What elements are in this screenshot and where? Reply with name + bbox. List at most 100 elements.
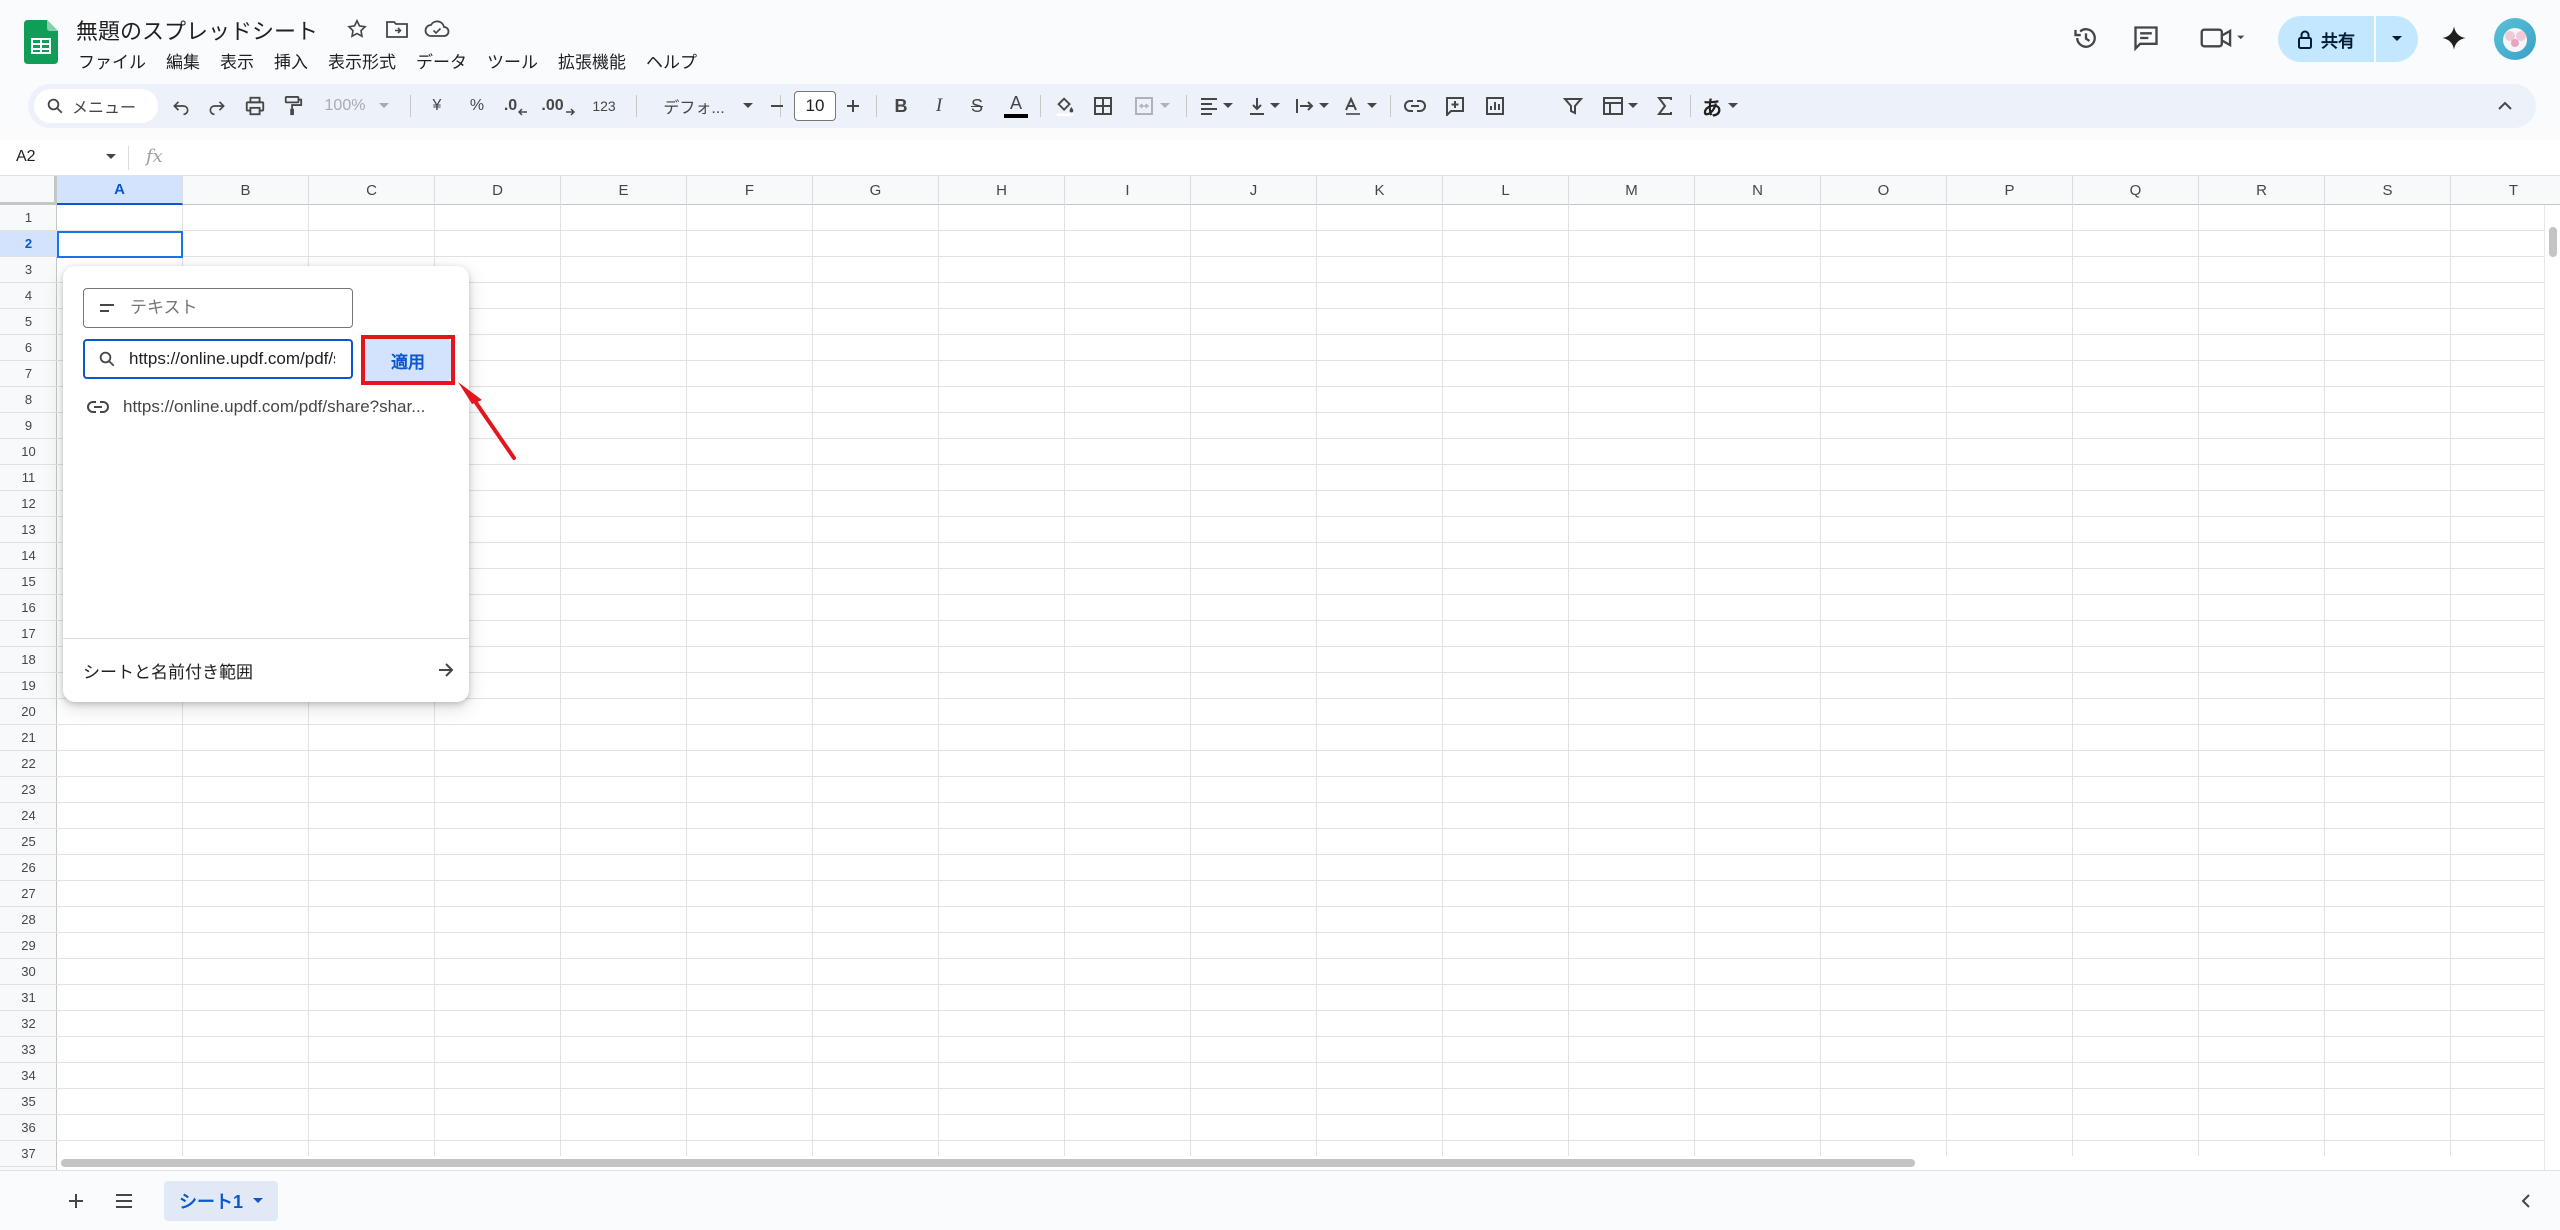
sheets-and-ranges-item[interactable]: シートと名前付き範囲 [83,650,455,690]
font-size-decrease-button[interactable] [762,84,792,128]
row-header-11[interactable]: 11 [0,465,57,491]
collapse-toolbar-button[interactable] [2488,84,2522,128]
vertical-scrollbar[interactable] [2544,205,2560,1170]
font-size-input[interactable]: 10 [794,91,836,121]
column-header-e[interactable]: E [561,176,687,205]
column-header-n[interactable]: N [1695,176,1821,205]
menu-tools[interactable]: ツール [477,46,548,72]
move-to-folder-icon[interactable] [384,16,410,42]
link-url-input[interactable] [129,349,335,369]
avatar[interactable] [2494,18,2536,60]
menu-edit[interactable]: 編集 [156,46,210,72]
doc-title[interactable]: 無題のスプレッドシート [76,14,318,46]
insert-chart-button[interactable] [1478,84,1512,128]
version-history-icon[interactable] [2068,20,2104,56]
bold-button[interactable]: B [884,84,918,128]
row-header-29[interactable]: 29 [0,933,57,959]
share-dropdown-button[interactable] [2376,16,2418,62]
column-header-h[interactable]: H [939,176,1065,205]
link-url-field[interactable] [83,339,353,379]
row-header-25[interactable]: 25 [0,829,57,855]
caret-down-icon[interactable] [253,1198,263,1204]
insert-comment-button[interactable] [1438,84,1472,128]
font-size-increase-button[interactable] [838,84,868,128]
row-header-16[interactable]: 16 [0,595,57,621]
row-header-1[interactable]: 1 [0,205,57,231]
column-header-q[interactable]: Q [2073,176,2199,205]
borders-button[interactable] [1086,84,1120,128]
menu-extensions[interactable]: 拡張機能 [548,46,636,72]
currency-format-button[interactable]: ¥ [420,84,454,128]
row-header-9[interactable]: 9 [0,413,57,439]
select-all-corner[interactable] [0,176,57,205]
row-header-5[interactable]: 5 [0,309,57,335]
column-header-k[interactable]: K [1317,176,1443,205]
decrease-decimal-button[interactable]: .0 [498,84,534,128]
search-menus-button[interactable]: メニュー [34,89,158,123]
row-header-23[interactable]: 23 [0,777,57,803]
sheet-tab[interactable]: シート1 [164,1181,278,1221]
vertical-scroll-thumb[interactable] [2549,227,2557,257]
redo-button[interactable] [200,84,234,128]
column-header-r[interactable]: R [2199,176,2325,205]
horizontal-scroll-thumb[interactable] [61,1159,1915,1167]
insert-link-button[interactable] [1398,84,1432,128]
column-header-j[interactable]: J [1191,176,1317,205]
column-header-a[interactable]: A [57,176,183,205]
fill-color-button[interactable] [1048,84,1082,128]
name-box[interactable]: A2 [16,148,116,166]
row-header-20[interactable]: 20 [0,699,57,725]
row-header-34[interactable]: 34 [0,1063,57,1089]
row-header-6[interactable]: 6 [0,335,57,361]
merge-cells-button[interactable] [1126,84,1178,128]
menu-format[interactable]: 表示形式 [318,46,406,72]
input-tools-button[interactable]: あ [1696,84,1744,128]
paint-format-button[interactable] [276,84,310,128]
sheets-logo-icon[interactable] [24,20,58,64]
row-header-35[interactable]: 35 [0,1089,57,1115]
column-header-g[interactable]: G [813,176,939,205]
more-formats-button[interactable]: 123 [582,84,626,128]
column-header-m[interactable]: M [1569,176,1695,205]
row-header-8[interactable]: 8 [0,387,57,413]
row-header-30[interactable]: 30 [0,959,57,985]
zoom-select[interactable]: 100% [320,84,394,128]
horizontal-align-button[interactable] [1194,84,1238,128]
filter-button[interactable] [1556,84,1590,128]
star-icon[interactable] [344,16,370,42]
link-text-field[interactable] [83,288,353,328]
row-header-18[interactable]: 18 [0,647,57,673]
strikethrough-button[interactable]: S [960,84,994,128]
filter-views-button[interactable] [1594,84,1646,128]
column-header-l[interactable]: L [1443,176,1569,205]
explore-side-panel-button[interactable] [2510,1185,2542,1217]
comments-icon[interactable] [2128,20,2164,56]
row-header-12[interactable]: 12 [0,491,57,517]
apply-button[interactable]: 適用 [365,339,451,381]
row-header-10[interactable]: 10 [0,439,57,465]
row-header-3[interactable]: 3 [0,257,57,283]
link-suggestion-item[interactable]: https://online.updf.com/pdf/share?shar..… [83,390,463,424]
column-header-o[interactable]: O [1821,176,1947,205]
column-header-p[interactable]: P [1947,176,2073,205]
row-header-26[interactable]: 26 [0,855,57,881]
row-header-4[interactable]: 4 [0,283,57,309]
row-header-19[interactable]: 19 [0,673,57,699]
font-family-select[interactable]: デフォ... [642,84,774,128]
cloud-status-icon[interactable] [424,16,450,42]
row-header-32[interactable]: 32 [0,1011,57,1037]
column-header-s[interactable]: S [2325,176,2451,205]
column-header-t[interactable]: T [2451,176,2560,205]
row-header-22[interactable]: 22 [0,751,57,777]
column-header-c[interactable]: C [309,176,435,205]
row-header-37[interactable]: 37 [0,1141,57,1167]
selected-cell[interactable] [57,231,183,258]
all-sheets-button[interactable] [108,1185,140,1217]
row-header-13[interactable]: 13 [0,517,57,543]
text-wrapping-button[interactable] [1290,84,1334,128]
undo-button[interactable] [164,84,198,128]
row-header-14[interactable]: 14 [0,543,57,569]
row-header-27[interactable]: 27 [0,881,57,907]
row-header-15[interactable]: 15 [0,569,57,595]
row-header-17[interactable]: 17 [0,621,57,647]
